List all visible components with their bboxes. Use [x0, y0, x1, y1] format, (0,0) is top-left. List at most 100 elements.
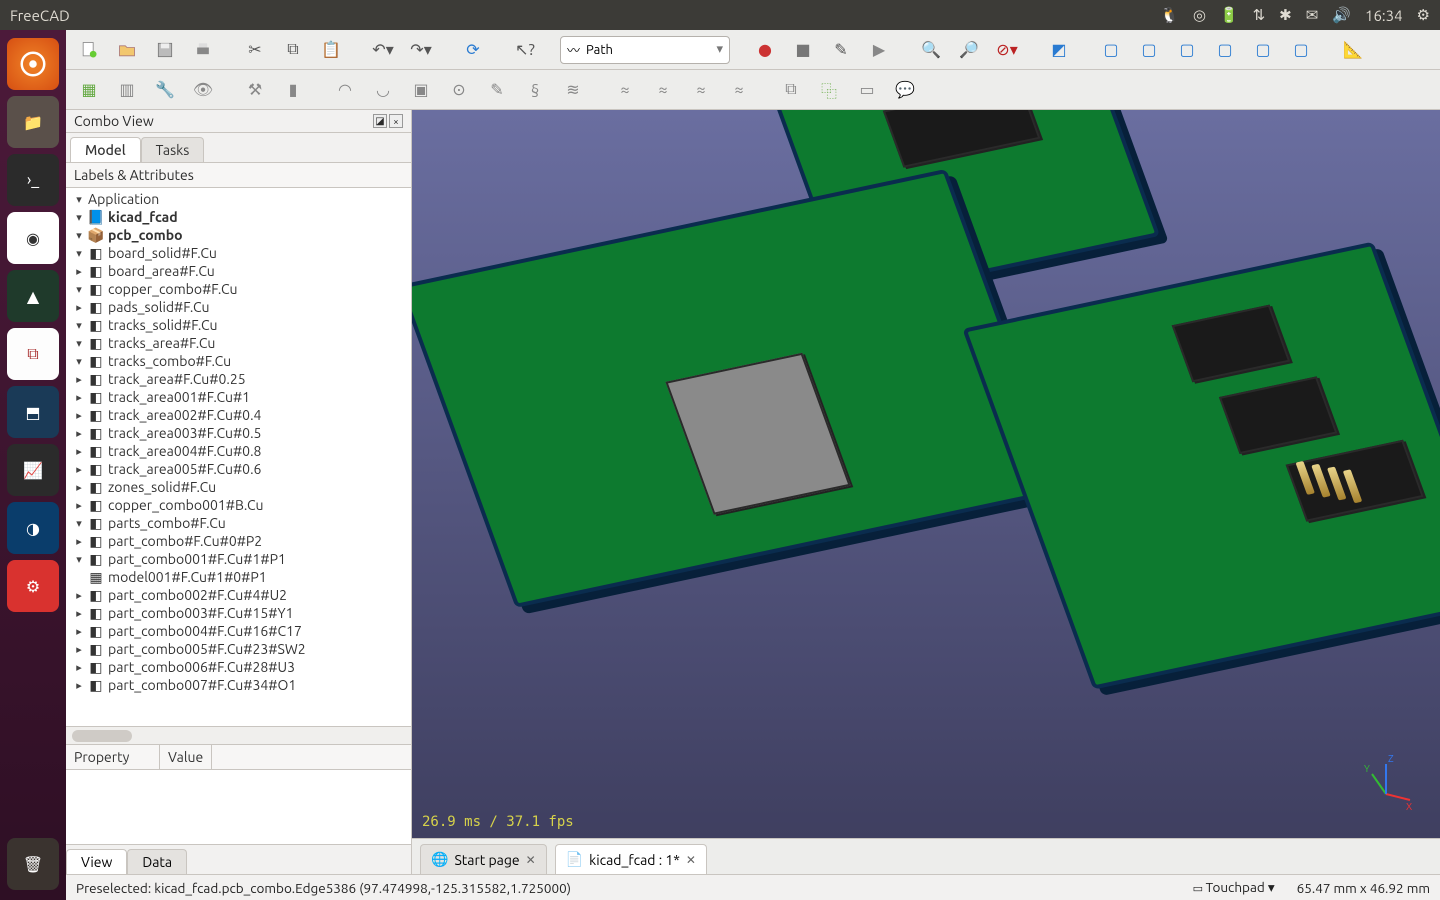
redo-button[interactable]: ↷▾ [404, 33, 438, 67]
path-post-button[interactable]: ▥ [110, 73, 144, 107]
path-profile-button[interactable]: ◡ [366, 73, 400, 107]
tree-scroll[interactable]: ▾ Application ▾📘kicad_fcad▾📦pcb_combo▾◧b… [66, 188, 411, 726]
nav-style-button[interactable]: ▭ Touchpad ▾ [1193, 879, 1275, 896]
bottom-view-button[interactable]: ▢ [1246, 33, 1280, 67]
tree-item[interactable]: ▸◧track_area001#F.Cu#1 [70, 388, 411, 406]
close-tab-icon[interactable]: ✕ [526, 853, 536, 867]
gear-icon[interactable]: ⚙ [1417, 6, 1430, 24]
tree-item[interactable]: ▸◧track_area004#F.Cu#0.8 [70, 442, 411, 460]
clock[interactable]: 16:34 [1365, 7, 1403, 24]
top-view-button[interactable]: ▢ [1132, 33, 1166, 67]
measure-button[interactable]: 📐 [1336, 33, 1370, 67]
path-dressup4-button[interactable]: ≈ [722, 73, 756, 107]
copy-button[interactable]: ⧉ [276, 33, 310, 67]
launcher-virtualbox-icon[interactable]: ◑ [7, 502, 59, 554]
close-tab-icon[interactable]: ✕ [686, 853, 696, 867]
tree-item[interactable]: ▸◧track_area005#F.Cu#0.6 [70, 460, 411, 478]
tux-icon[interactable]: 🐧 [1160, 6, 1179, 24]
workbench-select[interactable]: 〰 Path [560, 36, 730, 64]
tree-item[interactable]: ▾◧copper_combo#F.Cu [70, 280, 411, 298]
path-dressup3-button[interactable]: ≈ [684, 73, 718, 107]
launcher-libreoffice-icon[interactable]: ⧉ [7, 328, 59, 380]
tree-item[interactable]: ▸◧part_combo#F.Cu#0#P2 [70, 532, 411, 550]
macro-stop-button[interactable]: ■ [786, 33, 820, 67]
path-tool-button[interactable]: ⚒ [238, 73, 272, 107]
path-toolbit-button[interactable]: ▮ [276, 73, 310, 107]
tree-horizontal-scrollbar[interactable] [66, 726, 411, 744]
launcher-chrome-icon[interactable]: ◉ [7, 212, 59, 264]
rear-view-button[interactable]: ▢ [1208, 33, 1242, 67]
open-doc-button[interactable] [110, 33, 144, 67]
tree-item[interactable]: ▸◧part_combo006#F.Cu#28#U3 [70, 658, 411, 676]
tree-item[interactable]: ▾◧tracks_solid#F.Cu [70, 316, 411, 334]
path-simple-button[interactable]: ▭ [850, 73, 884, 107]
tree-item[interactable]: ▸◧part_combo002#F.Cu#4#U2 [70, 586, 411, 604]
chrome-indicator-icon[interactable]: ◎ [1193, 6, 1206, 24]
tree-item[interactable]: ▾📘kicad_fcad [70, 208, 411, 226]
tree-item[interactable]: ▸◧part_combo003#F.Cu#15#Y1 [70, 604, 411, 622]
doc-tab-kicad-fcad[interactable]: 📄 kicad_fcad : 1* ✕ [555, 844, 707, 874]
tree-root[interactable]: ▾ Application [70, 190, 411, 208]
fit-selection-button[interactable]: 🔎 [952, 33, 986, 67]
launcher-terminal-icon[interactable]: ›_ [7, 154, 59, 206]
tree-item[interactable]: ▸◧part_combo007#F.Cu#34#O1 [70, 676, 411, 694]
launcher-system-monitor-icon[interactable]: 📈 [7, 444, 59, 496]
tab-tasks[interactable]: Tasks [141, 137, 205, 162]
launcher-files-icon[interactable]: 📁 [7, 96, 59, 148]
launcher-settings-icon[interactable]: ⚙ [7, 560, 59, 612]
tree-item[interactable]: ▸◧track_area003#F.Cu#0.5 [70, 424, 411, 442]
tree-item[interactable]: ▸◧pads_solid#F.Cu [70, 298, 411, 316]
save-doc-button[interactable] [148, 33, 182, 67]
network-icon[interactable]: ⇅ [1253, 6, 1266, 24]
macro-run-button[interactable]: ▶ [862, 33, 896, 67]
front-view-button[interactable]: ▢ [1094, 33, 1128, 67]
tab-model[interactable]: Model [70, 137, 141, 162]
path-inspect-button[interactable]: 🔧 [148, 73, 182, 107]
path-comment-button[interactable]: 💬 [888, 73, 922, 107]
macro-record-button[interactable]: ● [748, 33, 782, 67]
launcher-app-icon[interactable]: ⬒ [7, 386, 59, 438]
combo-close-button[interactable]: × [389, 114, 403, 128]
tree-item[interactable]: ▾◧board_solid#F.Cu [70, 244, 411, 262]
path-surface-button[interactable]: ≋ [556, 73, 590, 107]
tree-item[interactable]: ▾◧parts_combo#F.Cu [70, 514, 411, 532]
tree-item[interactable]: ▸◧zones_solid#F.Cu [70, 478, 411, 496]
tree-item[interactable]: ▦model001#F.Cu#1#0#P1 [70, 568, 411, 586]
tree-item[interactable]: ▸◧board_area#F.Cu [70, 262, 411, 280]
refresh-button[interactable]: ⟳ [456, 33, 490, 67]
3d-canvas[interactable]: 26.9 ms / 37.1 fps X Y Z [412, 110, 1440, 838]
tree-item[interactable]: ▾◧part_combo001#F.Cu#1#P1 [70, 550, 411, 568]
draw-style-button[interactable]: ⊘▾ [990, 33, 1024, 67]
path-engrave-button[interactable]: ✎ [480, 73, 514, 107]
tree-item[interactable]: ▸◧part_combo005#F.Cu#23#SW2 [70, 640, 411, 658]
path-job-button[interactable]: ▦ [72, 73, 106, 107]
fit-all-button[interactable]: 🔍 [914, 33, 948, 67]
left-view-button[interactable]: ▢ [1284, 33, 1318, 67]
launcher-trash-icon[interactable]: 🗑 [7, 838, 59, 890]
tab-data[interactable]: Data [127, 849, 187, 874]
combo-float-button[interactable]: ◪ [373, 114, 387, 128]
value-col-header[interactable]: Value [160, 745, 212, 769]
doc-tab-start-page[interactable]: 🌐 Start page ✕ [420, 844, 547, 874]
tree-item[interactable]: ▾◧tracks_combo#F.Cu [70, 352, 411, 370]
tree-item[interactable]: ▾◧tracks_area#F.Cu [70, 334, 411, 352]
new-doc-button[interactable] [72, 33, 106, 67]
iso-view-button[interactable]: ◩ [1042, 33, 1076, 67]
path-dressup1-button[interactable]: ≈ [608, 73, 642, 107]
tree-item[interactable]: ▸◧track_area002#F.Cu#0.4 [70, 406, 411, 424]
path-simulate-button[interactable]: 👁 [186, 73, 220, 107]
undo-button[interactable]: ↶▾ [366, 33, 400, 67]
tree-item[interactable]: ▾📦pcb_combo [70, 226, 411, 244]
whats-this-button[interactable]: ↖? [508, 33, 542, 67]
path-drilling-button[interactable]: ⊙ [442, 73, 476, 107]
cut-button[interactable]: ✂ [238, 33, 272, 67]
path-helix-button[interactable]: § [518, 73, 552, 107]
bluetooth-icon[interactable]: ✱ [1279, 6, 1292, 24]
print-button[interactable] [186, 33, 220, 67]
launcher-android-studio-icon[interactable]: ▲ [7, 270, 59, 322]
tab-view[interactable]: View [66, 849, 127, 874]
right-view-button[interactable]: ▢ [1170, 33, 1204, 67]
tree-item[interactable]: ▸◧copper_combo001#B.Cu [70, 496, 411, 514]
launcher-dash-icon[interactable] [7, 38, 59, 90]
paste-button[interactable]: 📋 [314, 33, 348, 67]
